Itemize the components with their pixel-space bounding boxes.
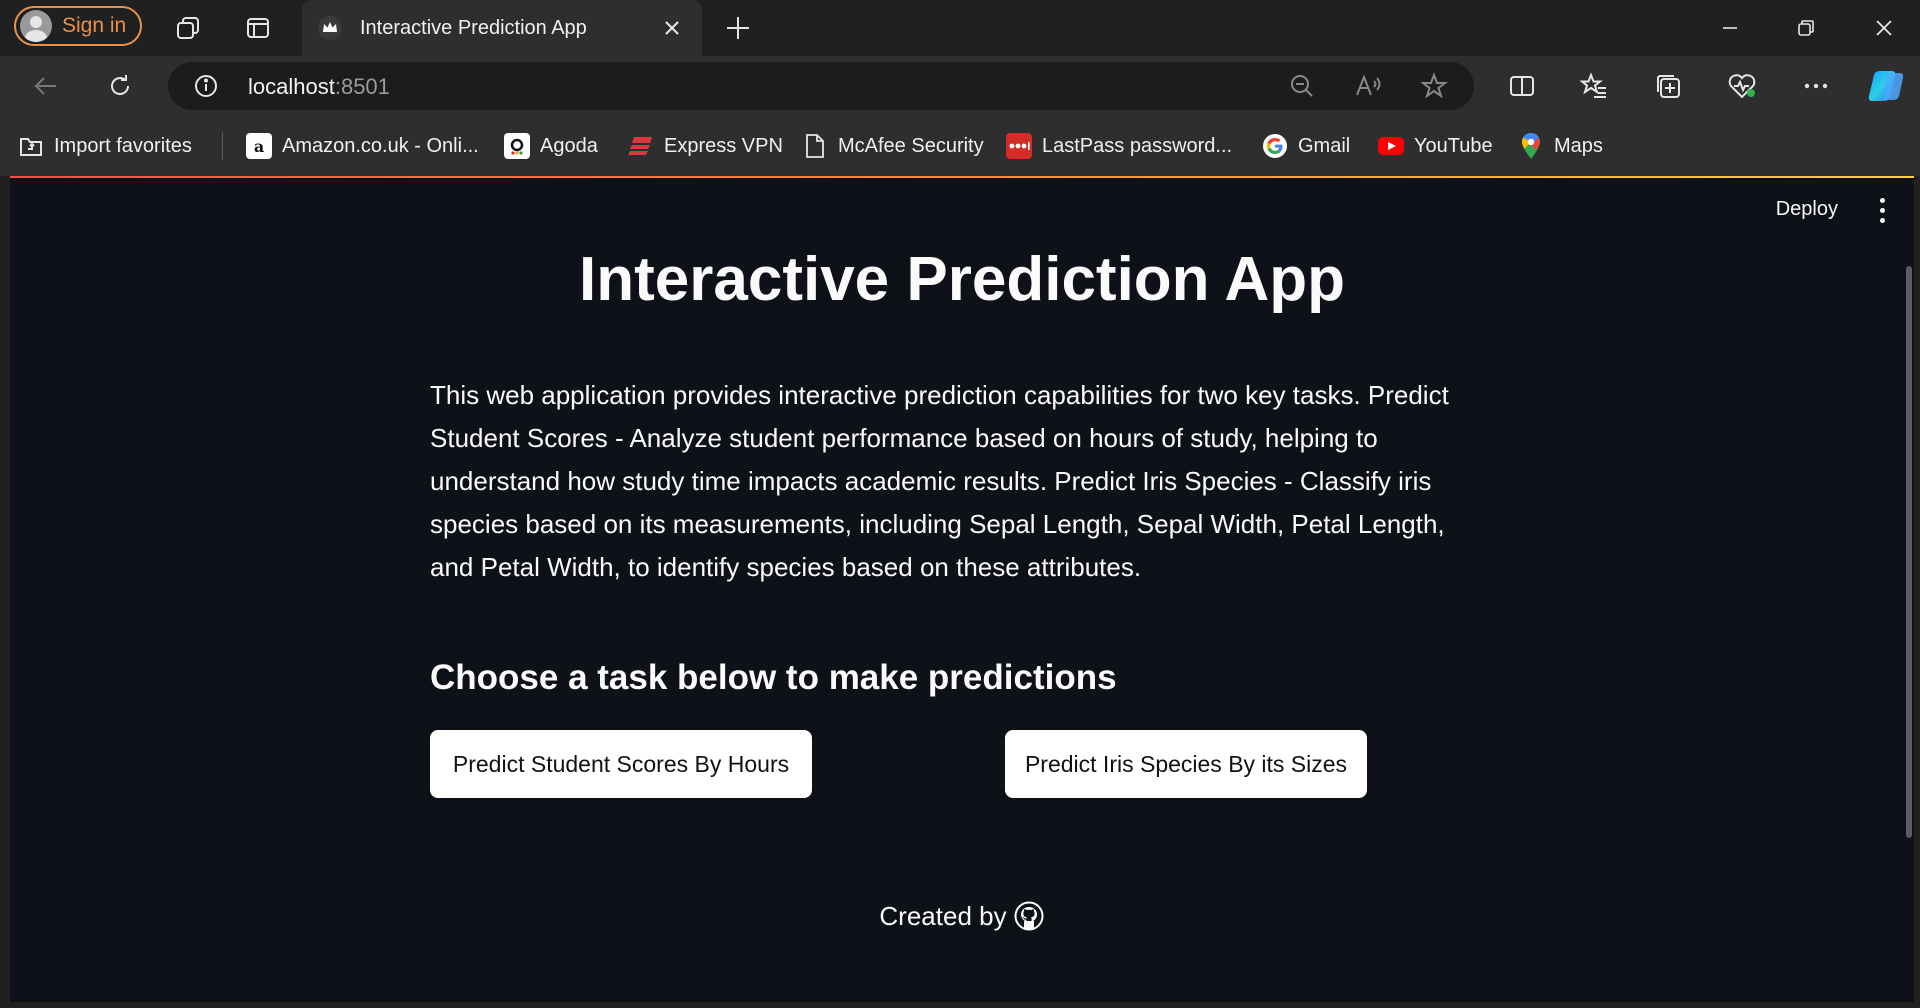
workspaces-icon[interactable]: [172, 12, 204, 44]
fav-label: Maps: [1554, 134, 1603, 157]
sign-in-label: Sign in: [62, 14, 127, 37]
footer: Created by: [10, 900, 1914, 932]
browser-essentials-icon[interactable]: [1722, 68, 1762, 104]
zoom-out-icon[interactable]: [1288, 72, 1316, 100]
main-menu-icon[interactable]: [1870, 196, 1894, 224]
avatar-icon: [20, 10, 52, 42]
maps-icon: [1518, 133, 1544, 159]
favorites-icon[interactable]: [1574, 68, 1614, 104]
site-info-icon[interactable]: [192, 72, 220, 100]
fav-agoda[interactable]: Agoda: [504, 130, 598, 162]
github-icon[interactable]: [1013, 900, 1045, 932]
browser-tab-strip: Sign in Interactive Prediction App: [0, 0, 1920, 56]
fav-label: Gmail: [1298, 134, 1351, 157]
fav-mcafee[interactable]: McAfee Security: [802, 130, 984, 162]
fav-label: McAfee Security: [838, 134, 984, 157]
split-screen-icon[interactable]: [1502, 68, 1542, 104]
url-text[interactable]: localhost:8501: [248, 74, 390, 100]
fav-label: Express VPN: [664, 134, 783, 157]
amazon-icon: a: [246, 133, 272, 159]
fav-import-favorites[interactable]: Import favorites: [18, 130, 192, 162]
address-bar[interactable]: localhost:8501: [168, 62, 1474, 110]
expressvpn-icon: [628, 133, 654, 159]
close-window-icon[interactable]: [1856, 10, 1912, 46]
streamlit-crown-icon: [316, 14, 344, 42]
tab-title: Interactive Prediction App: [360, 16, 587, 39]
page-title: Interactive Prediction App: [579, 245, 1345, 314]
url-port: :8501: [334, 74, 390, 99]
copilot-icon[interactable]: [1866, 68, 1906, 104]
task-subheading: Choose a task below to make predictions: [430, 658, 1117, 697]
fav-label: Amazon.co.uk - Onli...: [282, 134, 479, 157]
favorite-star-icon[interactable]: [1420, 72, 1448, 100]
tab-actions-icon[interactable]: [242, 12, 274, 44]
favorites-bar: Import favorites a Amazon.co.uk - Onli..…: [0, 116, 1920, 176]
settings-more-icon[interactable]: [1796, 68, 1836, 104]
fav-express-vpn[interactable]: Express VPN: [628, 130, 783, 162]
agoda-icon: [504, 133, 530, 159]
close-tab-icon[interactable]: [658, 14, 686, 42]
new-tab-icon[interactable]: [722, 12, 754, 44]
google-icon: [1262, 133, 1288, 159]
fav-maps[interactable]: Maps: [1518, 130, 1603, 162]
restore-icon[interactable]: [1778, 10, 1834, 46]
fav-lastpass[interactable]: LastPass password...: [1006, 130, 1232, 162]
youtube-icon: [1378, 133, 1404, 159]
page-icon: [802, 133, 828, 159]
minimize-icon[interactable]: [1702, 10, 1758, 46]
predict-iris-species-button[interactable]: Predict Iris Species By its Sizes: [1005, 730, 1367, 798]
fav-amazon[interactable]: a Amazon.co.uk - Onli...: [246, 130, 479, 162]
import-icon: [18, 133, 44, 159]
browser-toolbar: localhost:8501: [0, 56, 1920, 116]
url-host: localhost: [248, 74, 335, 99]
app-page: Deploy Interactive Prediction App This w…: [10, 178, 1914, 1002]
fav-label: LastPass password...: [1042, 134, 1233, 157]
fav-label: Agoda: [540, 134, 598, 157]
refresh-icon[interactable]: [100, 68, 140, 104]
favorites-separator: [222, 132, 223, 160]
predict-student-scores-button[interactable]: Predict Student Scores By Hours: [430, 730, 812, 798]
collections-icon[interactable]: [1648, 68, 1688, 104]
deploy-button[interactable]: Deploy: [1776, 198, 1838, 221]
created-by-text: Created by: [879, 900, 1007, 931]
sign-in-button[interactable]: Sign in: [14, 6, 142, 46]
lastpass-icon: [1006, 133, 1032, 159]
tab-active[interactable]: Interactive Prediction App: [302, 0, 702, 56]
fav-label: Import favorites: [54, 134, 192, 157]
back-icon[interactable]: [26, 68, 66, 104]
read-aloud-icon[interactable]: [1354, 72, 1382, 100]
fav-gmail[interactable]: Gmail: [1262, 130, 1350, 162]
fav-label: YouTube: [1414, 134, 1493, 157]
app-description: This web application provides interactiv…: [430, 380, 1449, 582]
scrollbar[interactable]: [1906, 266, 1912, 838]
fav-youtube[interactable]: YouTube: [1378, 130, 1493, 162]
